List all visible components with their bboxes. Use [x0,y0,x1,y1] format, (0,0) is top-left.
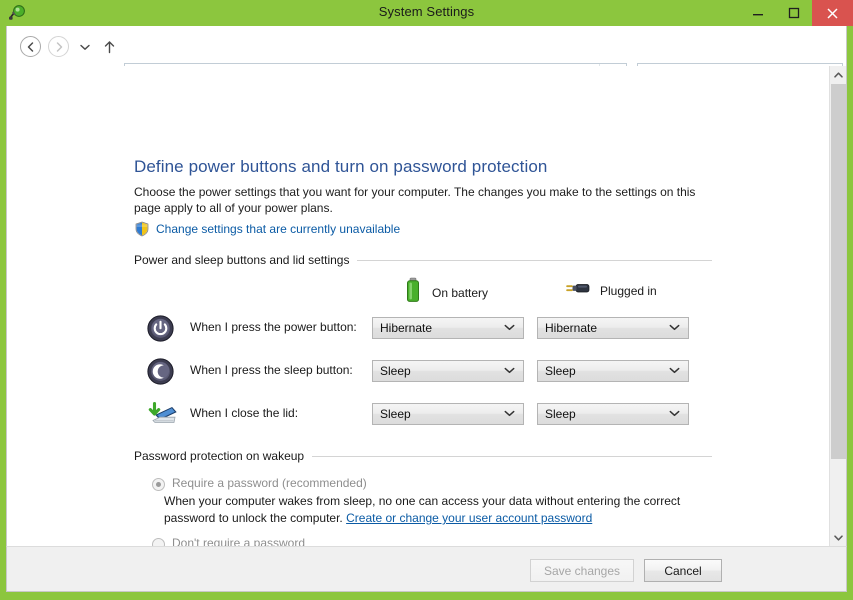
column-label: On battery [432,285,489,300]
column-label: Plugged in [600,283,657,298]
settings-pane: Define power buttons and turn on passwor… [7,66,829,546]
maximize-icon [788,7,800,19]
navigation-bar: « All Control Panel Items ▸ Power Option… [6,26,847,87]
section-title: Password protection on wakeup [134,449,305,463]
close-button[interactable] [812,0,853,26]
setting-label: When I press the power button: [190,320,357,334]
radio-label: Don't require a password [172,536,306,546]
select-value: Hibernate [545,321,598,335]
minimize-icon [753,14,763,16]
select-value: Sleep [380,364,411,378]
minimize-button[interactable] [740,0,776,26]
power-plug-icon [563,277,591,304]
select-value: Sleep [380,407,411,421]
column-header-on-battery: On battery [403,277,488,308]
scrollbar-thumb[interactable] [831,84,846,459]
power-button-on-battery-select[interactable]: Hibernate [372,317,524,339]
column-header-plugged-in: Plugged in [563,277,657,304]
chevron-down-icon [504,323,515,334]
radio-require-password[interactable]: Require a password (recommended) [152,476,367,491]
up-arrow-icon [104,40,115,53]
radio-button[interactable] [152,538,165,546]
chevron-down-icon [669,323,680,334]
section-divider [312,455,712,457]
section-header-power-buttons: Power and sleep buttons and lid settings [134,253,712,267]
window-title: System Settings [378,4,475,19]
close-lid-plugged-in-select[interactable]: Sleep [537,403,689,425]
maximize-button[interactable] [776,0,812,26]
recent-locations-button[interactable] [77,42,93,52]
select-value: Hibernate [380,321,433,335]
chevron-down-icon [504,366,515,377]
forward-button[interactable] [48,36,69,57]
section-title: Power and sleep buttons and lid settings [134,253,350,267]
save-changes-button[interactable]: Save changes [530,559,634,582]
chevron-down-icon [504,409,515,420]
system-settings-window: System Settings Search Control Panel Def… [0,0,853,600]
footer-bar: Save changes Cancel [6,546,847,592]
close-lid-on-battery-select[interactable]: Sleep [372,403,524,425]
back-button[interactable] [20,36,41,57]
chevron-up-icon [833,71,843,78]
change-unavailable-settings-link[interactable]: Change settings that are currently unava… [156,222,400,236]
chevron-down-icon [80,44,90,50]
cancel-button[interactable]: Cancel [644,559,722,582]
laptop-lid-icon [147,401,177,428]
section-header-password-protection: Password protection on wakeup [134,449,712,463]
radio-description-require-password: When your computer wakes from sleep, no … [164,493,694,527]
select-value: Sleep [545,364,576,378]
page-title: Define power buttons and turn on passwor… [134,157,548,176]
chevron-down-icon [669,409,680,420]
page-description: Choose the power settings that you want … [134,185,696,215]
setting-label: When I press the sleep button: [190,363,353,377]
scroll-up-button[interactable] [830,66,846,83]
setting-label: When I close the lid: [190,406,299,420]
up-button[interactable] [101,38,118,55]
radio-button[interactable] [152,478,165,491]
chevron-down-icon [669,366,680,377]
shield-icon [134,221,150,237]
power-button-icon [147,315,174,342]
sleep-button-on-battery-select[interactable]: Sleep [372,360,524,382]
section-divider [357,259,712,261]
power-button-plugged-in-select[interactable]: Hibernate [537,317,689,339]
scroll-down-button[interactable] [830,529,846,546]
vertical-scrollbar[interactable] [829,66,846,546]
sleep-button-plugged-in-select[interactable]: Sleep [537,360,689,382]
back-arrow-icon [27,41,33,52]
radio-label: Require a password (recommended) [172,476,367,490]
select-value: Sleep [545,407,576,421]
radio-dont-require-password[interactable]: Don't require a password [152,536,305,546]
create-change-password-link[interactable]: Create or change your user account passw… [346,511,592,525]
content-pane: Define power buttons and turn on passwor… [6,66,847,546]
title-bar: System Settings [0,0,853,26]
battery-icon [403,277,423,308]
uac-link-row[interactable]: Change settings that are currently unava… [134,221,400,237]
sleep-button-icon [147,358,174,385]
close-icon [827,7,838,19]
chevron-down-icon [833,534,843,541]
forward-arrow-icon [56,41,62,52]
